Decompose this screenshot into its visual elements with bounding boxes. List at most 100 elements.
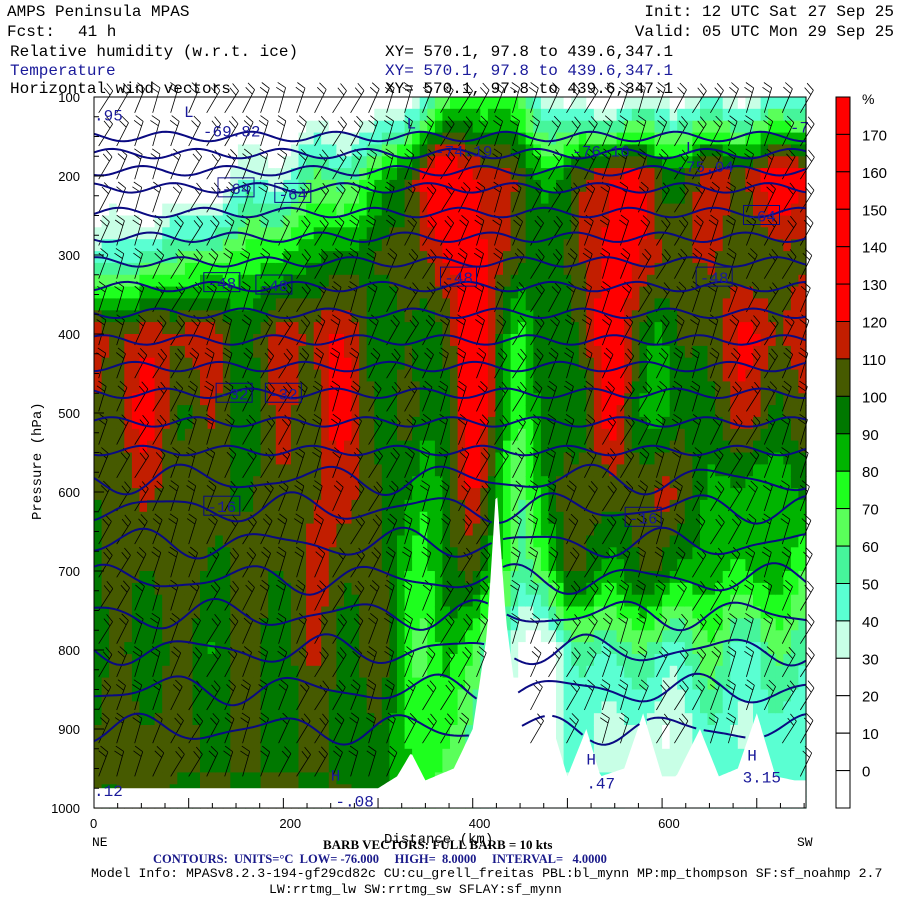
rh-cell	[268, 156, 277, 169]
rh-cell	[169, 298, 178, 311]
rh-cell	[359, 97, 368, 110]
rh-cell	[480, 416, 489, 430]
rh-cell	[260, 262, 269, 276]
rh-cell	[669, 108, 678, 122]
rh-cell	[487, 345, 497, 359]
rh-cell	[472, 179, 481, 193]
rh-cell	[162, 452, 171, 465]
rh-cell	[662, 369, 671, 383]
rh-cell	[434, 760, 444, 773]
rh-cell	[147, 428, 156, 442]
rh-cell	[344, 701, 353, 714]
rh-cell	[147, 701, 156, 714]
rh-cell	[397, 120, 406, 134]
rh-cell	[306, 428, 315, 442]
rh-cell	[124, 701, 133, 714]
rh-cell	[692, 689, 701, 702]
rh-cell	[321, 701, 330, 714]
rh-cell	[124, 559, 133, 572]
rh-cell	[503, 191, 512, 205]
rh-cell	[434, 559, 444, 572]
rh-cell	[290, 523, 300, 537]
rh-cell	[290, 156, 300, 169]
rh-cell	[283, 428, 292, 442]
rh-cell	[321, 393, 330, 406]
rh-cell	[624, 736, 633, 750]
rh-cell	[268, 582, 277, 596]
rh-cell	[434, 440, 444, 454]
rh-cell	[684, 559, 693, 572]
rh-cell	[222, 772, 231, 785]
rh-cell	[381, 511, 390, 525]
rh-cell	[669, 488, 678, 501]
rh-cell	[101, 369, 110, 383]
rh-cell	[381, 618, 390, 631]
rh-cell	[328, 191, 337, 205]
rh-cell	[646, 168, 656, 181]
rh-cell	[283, 736, 292, 750]
rh-cell	[237, 618, 247, 631]
rh-cell	[351, 523, 360, 537]
rh-cell	[707, 618, 716, 631]
rh-cell	[351, 345, 360, 359]
rh-cell	[571, 701, 580, 714]
rh-cell	[434, 511, 444, 525]
rh-cell	[366, 559, 375, 572]
rh-cell	[609, 369, 618, 383]
rh-cell	[245, 428, 254, 442]
rh-cell	[700, 440, 709, 454]
rh-cell	[139, 298, 148, 311]
rh-cell	[503, 547, 512, 560]
rh-cell	[253, 606, 262, 619]
rh-cell	[162, 239, 171, 252]
rh-cell	[116, 511, 125, 525]
rh-cell	[548, 559, 557, 572]
rh-cell	[359, 677, 368, 691]
rh-cell	[472, 369, 481, 383]
rh-cell	[124, 760, 133, 773]
rh-cell	[366, 523, 375, 537]
rh-cell	[306, 239, 315, 252]
rh-cell	[366, 132, 375, 145]
rh-cell	[412, 97, 421, 110]
rh-cell	[540, 322, 550, 335]
rh-cell	[154, 369, 163, 383]
rh-cell	[253, 428, 262, 442]
rh-cell	[230, 760, 239, 773]
rh-cell	[419, 393, 428, 406]
rh-cell	[578, 322, 587, 335]
rh-cell	[359, 642, 368, 655]
rh-cell	[677, 191, 686, 205]
rh-cell	[427, 440, 436, 454]
rh-cell	[374, 298, 383, 311]
rh-cell	[593, 440, 603, 454]
rh-cell	[586, 405, 595, 418]
rh-cell	[94, 227, 103, 240]
rh-cell	[290, 108, 300, 122]
rh-cell	[298, 725, 307, 738]
rh-cell	[700, 227, 709, 240]
rh-cell	[321, 168, 330, 181]
rh-cell	[639, 369, 648, 383]
rh-cell	[94, 725, 103, 738]
rh-cell	[359, 760, 368, 773]
rh-cell	[397, 108, 406, 122]
rh-cell	[434, 345, 444, 359]
rh-cell	[237, 630, 247, 643]
rh-cell	[321, 428, 330, 442]
rh-cell	[540, 274, 550, 288]
rh-cell	[412, 654, 421, 667]
rh-cell	[147, 689, 156, 702]
rh-cell	[366, 452, 375, 465]
rh-cell	[684, 322, 693, 335]
rh-cell	[624, 381, 633, 394]
rh-cell	[646, 120, 656, 134]
rh-cell	[359, 369, 368, 383]
rh-cell	[510, 547, 519, 560]
rh-cell	[154, 701, 163, 714]
rh-cell	[237, 322, 247, 335]
rh-cell	[646, 559, 656, 572]
rh-cell	[480, 464, 489, 477]
rh-cell	[321, 642, 330, 655]
rh-cell	[154, 203, 163, 217]
